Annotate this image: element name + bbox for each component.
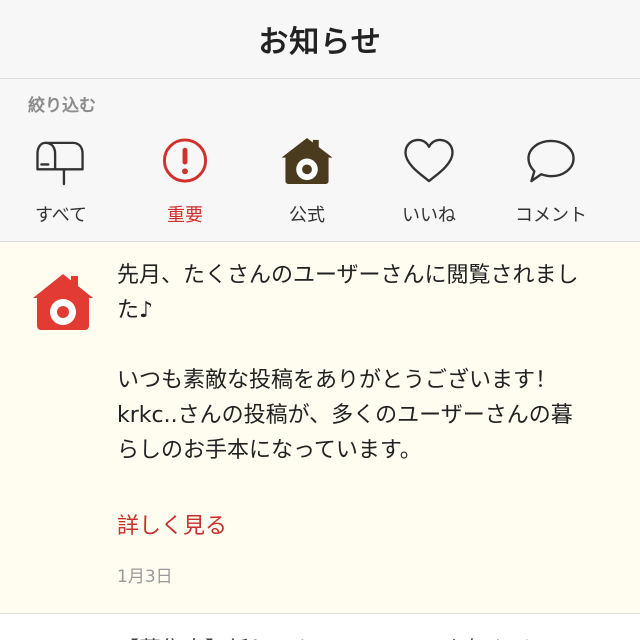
filter-comments-button[interactable]: コメント — [490, 137, 612, 227]
house-camera-icon — [281, 137, 333, 185]
next-notification-text: 【募集中】新しいキャンペーンのお知らせ — [117, 632, 533, 640]
filter-all-button[interactable]: すべて — [0, 137, 122, 227]
notification-message: 先月、たくさんのユーザーさんに閲覧されました♪ いつも素敵な投稿をありがとうござ… — [117, 263, 579, 463]
speech-bubble-icon — [527, 139, 575, 183]
notification-date: 1月3日 — [117, 567, 173, 587]
notifications-screen: お知らせ 絞り込む すべて 重要 公式 いいね コメント 先月、たくさんのユーザ… — [0, 0, 640, 640]
read-more-link[interactable]: 詳しく見る — [117, 509, 227, 544]
filter-official-label: 公式 — [289, 205, 325, 226]
filter-bar: 絞り込む すべて 重要 公式 いいね コメント — [0, 79, 640, 242]
filter-important-label: 重要 — [167, 205, 203, 226]
exclamation-circle-icon — [162, 138, 208, 183]
filter-likes-label: いいね — [402, 205, 456, 226]
page-title: お知らせ — [258, 25, 382, 60]
header-bar: お知らせ — [0, 0, 640, 79]
mailbox-icon — [36, 141, 84, 186]
notification-item[interactable]: 先月、たくさんのユーザーさんに閲覧されました♪ いつも素敵な投稿をありがとうござ… — [0, 242, 640, 614]
heart-icon — [404, 138, 454, 183]
filter-important-button[interactable]: 重要 — [124, 137, 246, 227]
filter-label: 絞り込む — [28, 96, 96, 116]
house-camera-icon — [33, 274, 93, 330]
filter-likes-button[interactable]: いいね — [368, 137, 490, 227]
next-notification-item[interactable]: 【募集中】新しいキャンペーンのお知らせ — [0, 614, 640, 640]
filter-comments-label: コメント — [515, 205, 587, 226]
filter-official-button[interactable]: 公式 — [246, 137, 368, 227]
filter-all-label: すべて — [34, 205, 88, 226]
